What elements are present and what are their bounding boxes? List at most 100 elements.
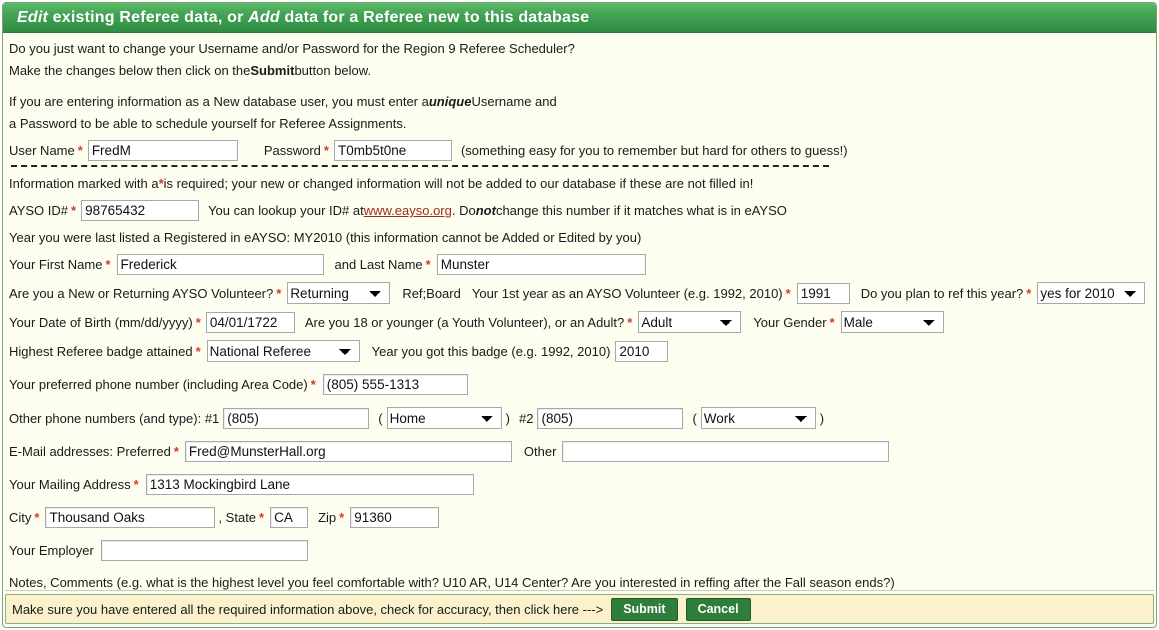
- required-notice-pre: Information marked with a: [9, 176, 159, 191]
- plan-to-ref-select[interactable]: yes for 2010: [1037, 282, 1146, 304]
- first-name-input[interactable]: [116, 254, 324, 275]
- footer-instruction: Make sure you have entered all the requi…: [12, 601, 604, 617]
- plan-to-ref-required-asterisk: *: [1026, 285, 1032, 301]
- username-input[interactable]: [87, 140, 238, 161]
- gender-select[interactable]: Male: [840, 311, 944, 333]
- badge-label: Highest Referee badge attained: [9, 343, 193, 359]
- registered-year-row: Year you were last listed a Registered i…: [9, 228, 1156, 247]
- employer-row: Your Employer: [9, 540, 1156, 561]
- dob-row: Your Date of Birth (mm/dd/yyyy)* Are you…: [9, 311, 1156, 333]
- other-phones-row: Other phone numbers (and type): #1 ( Hom…: [9, 407, 1156, 429]
- intro-line-1: Do you just want to change your Username…: [9, 41, 575, 56]
- required-notice-post: is required; your new or changed informa…: [163, 176, 754, 191]
- age-group-select[interactable]: Adult: [638, 311, 742, 333]
- email-row: E-Mail addresses: Preferred* Other: [9, 441, 1156, 462]
- other-email-input[interactable]: [562, 441, 890, 462]
- city-label: City: [9, 510, 32, 525]
- volunteer-status-select[interactable]: Returning: [287, 282, 391, 304]
- first-name-required-asterisk: *: [105, 257, 111, 272]
- last-name-required-asterisk: *: [425, 257, 431, 272]
- city-state-zip-row: City* , State* Zip*: [9, 507, 1156, 528]
- zip-label: Zip: [318, 510, 337, 525]
- state-required-asterisk: *: [259, 510, 265, 525]
- age-group-label: Are you 18 or younger (a Youth Volunteer…: [304, 314, 625, 330]
- intro-submit-word: Submit: [250, 63, 295, 78]
- preferred-phone-required-asterisk: *: [310, 377, 316, 392]
- other-phone-2-type-select[interactable]: Work: [700, 407, 816, 429]
- ayso-id-label: AYSO ID#: [9, 203, 69, 218]
- badge-year-input[interactable]: [615, 340, 669, 362]
- title-mid-1: existing Referee data, or: [48, 8, 249, 26]
- title-emphasis-add: Add: [248, 8, 280, 26]
- footer-bar: Make sure you have entered all the requi…: [5, 594, 1154, 624]
- intro-line-3-pre: If you are entering information as a New…: [9, 94, 429, 109]
- badge-required-asterisk: *: [195, 343, 201, 359]
- ayso-id-input[interactable]: [81, 200, 200, 221]
- password-label: Password: [263, 143, 321, 158]
- ref-board-text: Ref;Board: [402, 285, 461, 301]
- first-year-required-asterisk: *: [785, 285, 791, 301]
- last-name-label: and Last Name: [334, 257, 423, 272]
- first-name-label: Your First Name: [9, 257, 103, 272]
- mailing-address-row: Your Mailing Address *: [9, 474, 1156, 495]
- age-group-required-asterisk: *: [627, 314, 633, 330]
- page-title: Edit existing Referee data, or Add data …: [17, 9, 589, 27]
- preferred-email-input[interactable]: [184, 441, 512, 462]
- zip-input[interactable]: [350, 507, 440, 528]
- name-row: Your First Name* and Last Name*: [9, 254, 1156, 275]
- last-name-input[interactable]: [436, 254, 646, 275]
- eayso-link[interactable]: www.eayso.org: [364, 203, 452, 218]
- password-hint: (something easy for you to remember but …: [460, 143, 848, 158]
- mailing-address-input[interactable]: [145, 474, 474, 495]
- other-phone-1-input[interactable]: [223, 407, 370, 429]
- titlebar: Edit existing Referee data, or Add data …: [3, 3, 1156, 33]
- ayso-lookup-mid: . Do: [451, 203, 476, 218]
- form-body: Do you just want to change your Username…: [3, 33, 1156, 627]
- section-divider: [11, 165, 829, 167]
- intro-line-2-row: Make the changes below then click on the…: [9, 61, 1156, 80]
- ayso-lookup-pre: You can lookup your ID# at: [208, 203, 364, 218]
- paren-open-2: (: [692, 410, 697, 426]
- dob-required-asterisk: *: [195, 314, 201, 330]
- paren-open-1: (: [378, 410, 383, 426]
- intro-line-1-row: Do you just want to change your Username…: [9, 39, 1156, 58]
- other-phone-1-type-select[interactable]: Home: [386, 407, 502, 429]
- intro-line-4: a Password to be able to schedule yourse…: [9, 116, 407, 131]
- other-phones-label: Other phone numbers (and type): #1: [9, 410, 220, 426]
- title-emphasis-edit: Edit: [17, 8, 49, 26]
- zip-required-asterisk: *: [339, 510, 345, 525]
- intro-line-2-post: button below.: [294, 63, 372, 78]
- username-required-asterisk: *: [77, 143, 83, 158]
- state-input[interactable]: [270, 507, 309, 528]
- preferred-phone-label: Your preferred phone number (including A…: [9, 377, 308, 392]
- intro-line-2-pre: Make the changes below then click on the: [9, 63, 251, 78]
- ayso-id-required-asterisk: *: [71, 203, 77, 218]
- footer-separator: [5, 590, 1154, 591]
- username-label: User Name: [9, 143, 75, 158]
- intro-line-3-row: If you are entering information as a New…: [9, 92, 1156, 111]
- employer-input[interactable]: [100, 540, 308, 561]
- first-year-input[interactable]: [796, 282, 850, 304]
- cancel-button[interactable]: Cancel: [685, 597, 751, 621]
- gender-required-asterisk: *: [829, 314, 835, 330]
- password-input[interactable]: [333, 140, 452, 161]
- volunteer-status-required-asterisk: *: [276, 285, 282, 301]
- volunteer-status-label: Are you a New or Returning AYSO Voluntee…: [9, 285, 274, 301]
- preferred-phone-input[interactable]: [322, 374, 468, 395]
- credentials-row: User Name* Password* (something easy for…: [9, 140, 1156, 161]
- mailing-address-label: Your Mailing Address: [9, 477, 131, 492]
- ayso-lookup-post: change this number if it matches what is…: [495, 203, 787, 218]
- badge-select[interactable]: National Referee: [206, 340, 360, 362]
- city-input[interactable]: [45, 507, 216, 528]
- gender-label: Your Gender: [753, 314, 827, 330]
- submit-button[interactable]: Submit: [611, 597, 678, 621]
- other-phone-2-input[interactable]: [537, 407, 684, 429]
- first-year-label: Your 1st year as an AYSO Volunteer (e.g.…: [471, 285, 783, 301]
- dob-input[interactable]: [205, 311, 295, 333]
- password-required-asterisk: *: [323, 143, 329, 158]
- badge-year-label: Year you got this badge (e.g. 1992, 2010…: [371, 343, 611, 359]
